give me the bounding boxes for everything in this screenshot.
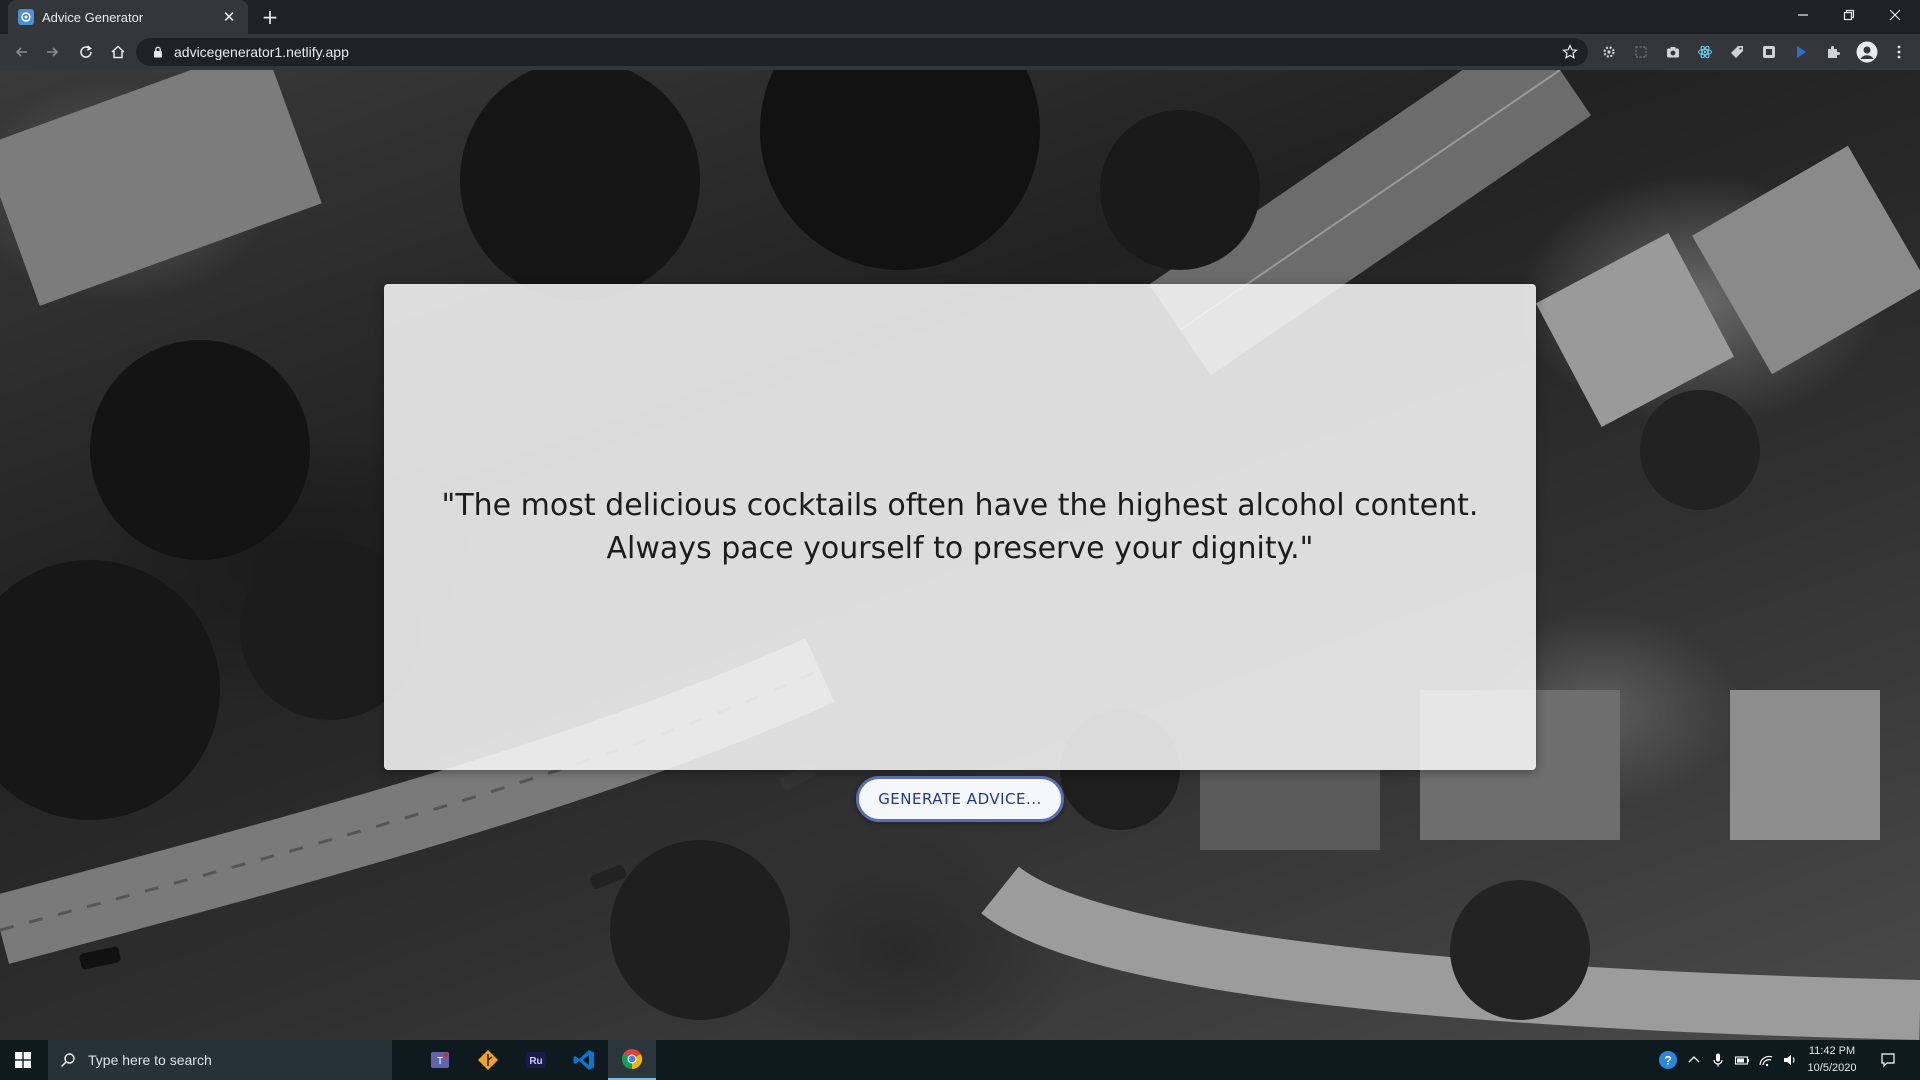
chrome-icon bbox=[621, 1049, 643, 1070]
close-icon bbox=[1889, 9, 1901, 21]
browser-menu-icon[interactable] bbox=[1890, 43, 1908, 61]
git-diamond-icon bbox=[478, 1050, 498, 1070]
reload-icon bbox=[80, 45, 92, 58]
address-bar[interactable]: advicegenerator1.netlify.app bbox=[136, 38, 1588, 66]
minimize-icon bbox=[1798, 14, 1808, 16]
search-placeholder: Type here to search bbox=[88, 1052, 212, 1068]
home-button[interactable] bbox=[106, 40, 130, 64]
search-icon bbox=[61, 1053, 75, 1067]
forward-button[interactable] bbox=[40, 40, 64, 64]
vscode-icon bbox=[573, 1050, 594, 1070]
extension-camera-icon[interactable] bbox=[1664, 43, 1682, 61]
taskbar-app-vscode[interactable] bbox=[560, 1040, 608, 1080]
extension-box-icon[interactable] bbox=[1760, 43, 1778, 61]
back-button[interactable] bbox=[10, 40, 34, 64]
bookmark-star-icon[interactable] bbox=[1562, 44, 1578, 60]
browser-tab[interactable]: Advice Generator ✕ bbox=[8, 0, 248, 34]
site-favicon-icon bbox=[18, 9, 34, 25]
taskbar-clock[interactable]: 11:42 PM 10/5/2020 bbox=[1796, 1043, 1868, 1077]
restore-icon bbox=[1843, 9, 1855, 21]
taskbar-app-teams[interactable]: T bbox=[416, 1040, 464, 1080]
windows-taskbar: Type here to search T Ru ? 11:42 PM 10/5… bbox=[0, 1040, 1920, 1080]
teams-icon: T bbox=[431, 1052, 449, 1068]
windows-logo-icon bbox=[15, 1052, 31, 1068]
wifi-icon[interactable] bbox=[1758, 1052, 1774, 1068]
extensions-puzzle-icon[interactable] bbox=[1824, 43, 1842, 61]
svg-text:T: T bbox=[437, 1056, 443, 1067]
tab-title: Advice Generator bbox=[42, 9, 144, 25]
close-window-button[interactable] bbox=[1872, 0, 1918, 30]
extension-pointer-icon[interactable] bbox=[1792, 43, 1810, 61]
extension-gear-icon[interactable] bbox=[1600, 43, 1618, 61]
battery-icon[interactable] bbox=[1734, 1052, 1750, 1068]
taskbar-app-ru[interactable]: Ru bbox=[512, 1040, 560, 1080]
arrow-right-icon bbox=[47, 47, 59, 57]
clock-date: 10/5/2020 bbox=[1807, 1062, 1857, 1074]
arrow-left-icon bbox=[15, 47, 27, 57]
home-icon bbox=[111, 45, 125, 59]
svg-text:Ru: Ru bbox=[529, 1056, 542, 1067]
start-button[interactable] bbox=[0, 1040, 46, 1080]
extension-crop-icon[interactable] bbox=[1632, 43, 1650, 61]
ru-app-icon: Ru bbox=[526, 1052, 546, 1068]
advice-text: "The most delicious cocktails often have… bbox=[441, 488, 1479, 566]
help-icon[interactable]: ? bbox=[1658, 1050, 1678, 1070]
clock-time: 11:42 PM bbox=[1808, 1045, 1856, 1057]
advice-card: "The most delicious cocktails often have… bbox=[384, 284, 1536, 770]
taskbar-search[interactable]: Type here to search bbox=[48, 1040, 392, 1080]
chevron-up-icon[interactable] bbox=[1686, 1052, 1702, 1068]
restore-button[interactable] bbox=[1826, 0, 1872, 30]
extension-tag-icon[interactable] bbox=[1728, 43, 1746, 61]
svg-text:?: ? bbox=[1664, 1054, 1671, 1068]
new-tab-button[interactable]: + bbox=[258, 5, 282, 29]
browser-tabstrip: Advice Generator ✕ + bbox=[0, 0, 1920, 34]
browser-toolbar: advicegenerator1.netlify.app bbox=[0, 34, 1920, 70]
tab-close-icon[interactable]: ✕ bbox=[220, 8, 238, 26]
reload-button[interactable] bbox=[74, 40, 98, 64]
microphone-icon[interactable] bbox=[1710, 1052, 1726, 1068]
profile-avatar[interactable] bbox=[1856, 41, 1878, 63]
taskbar-app-git[interactable] bbox=[464, 1040, 512, 1080]
generate-advice-button[interactable]: GENERATE ADVICE... bbox=[856, 776, 1064, 822]
extension-react-icon[interactable] bbox=[1696, 43, 1714, 61]
lock-icon bbox=[154, 46, 162, 58]
minimize-button[interactable] bbox=[1780, 0, 1826, 30]
taskbar-app-chrome[interactable] bbox=[608, 1040, 656, 1080]
notifications-icon[interactable] bbox=[1880, 1052, 1896, 1068]
page-viewport: "The most delicious cocktails often have… bbox=[0, 70, 1920, 1040]
url-text: advicegenerator1.netlify.app bbox=[174, 44, 349, 60]
